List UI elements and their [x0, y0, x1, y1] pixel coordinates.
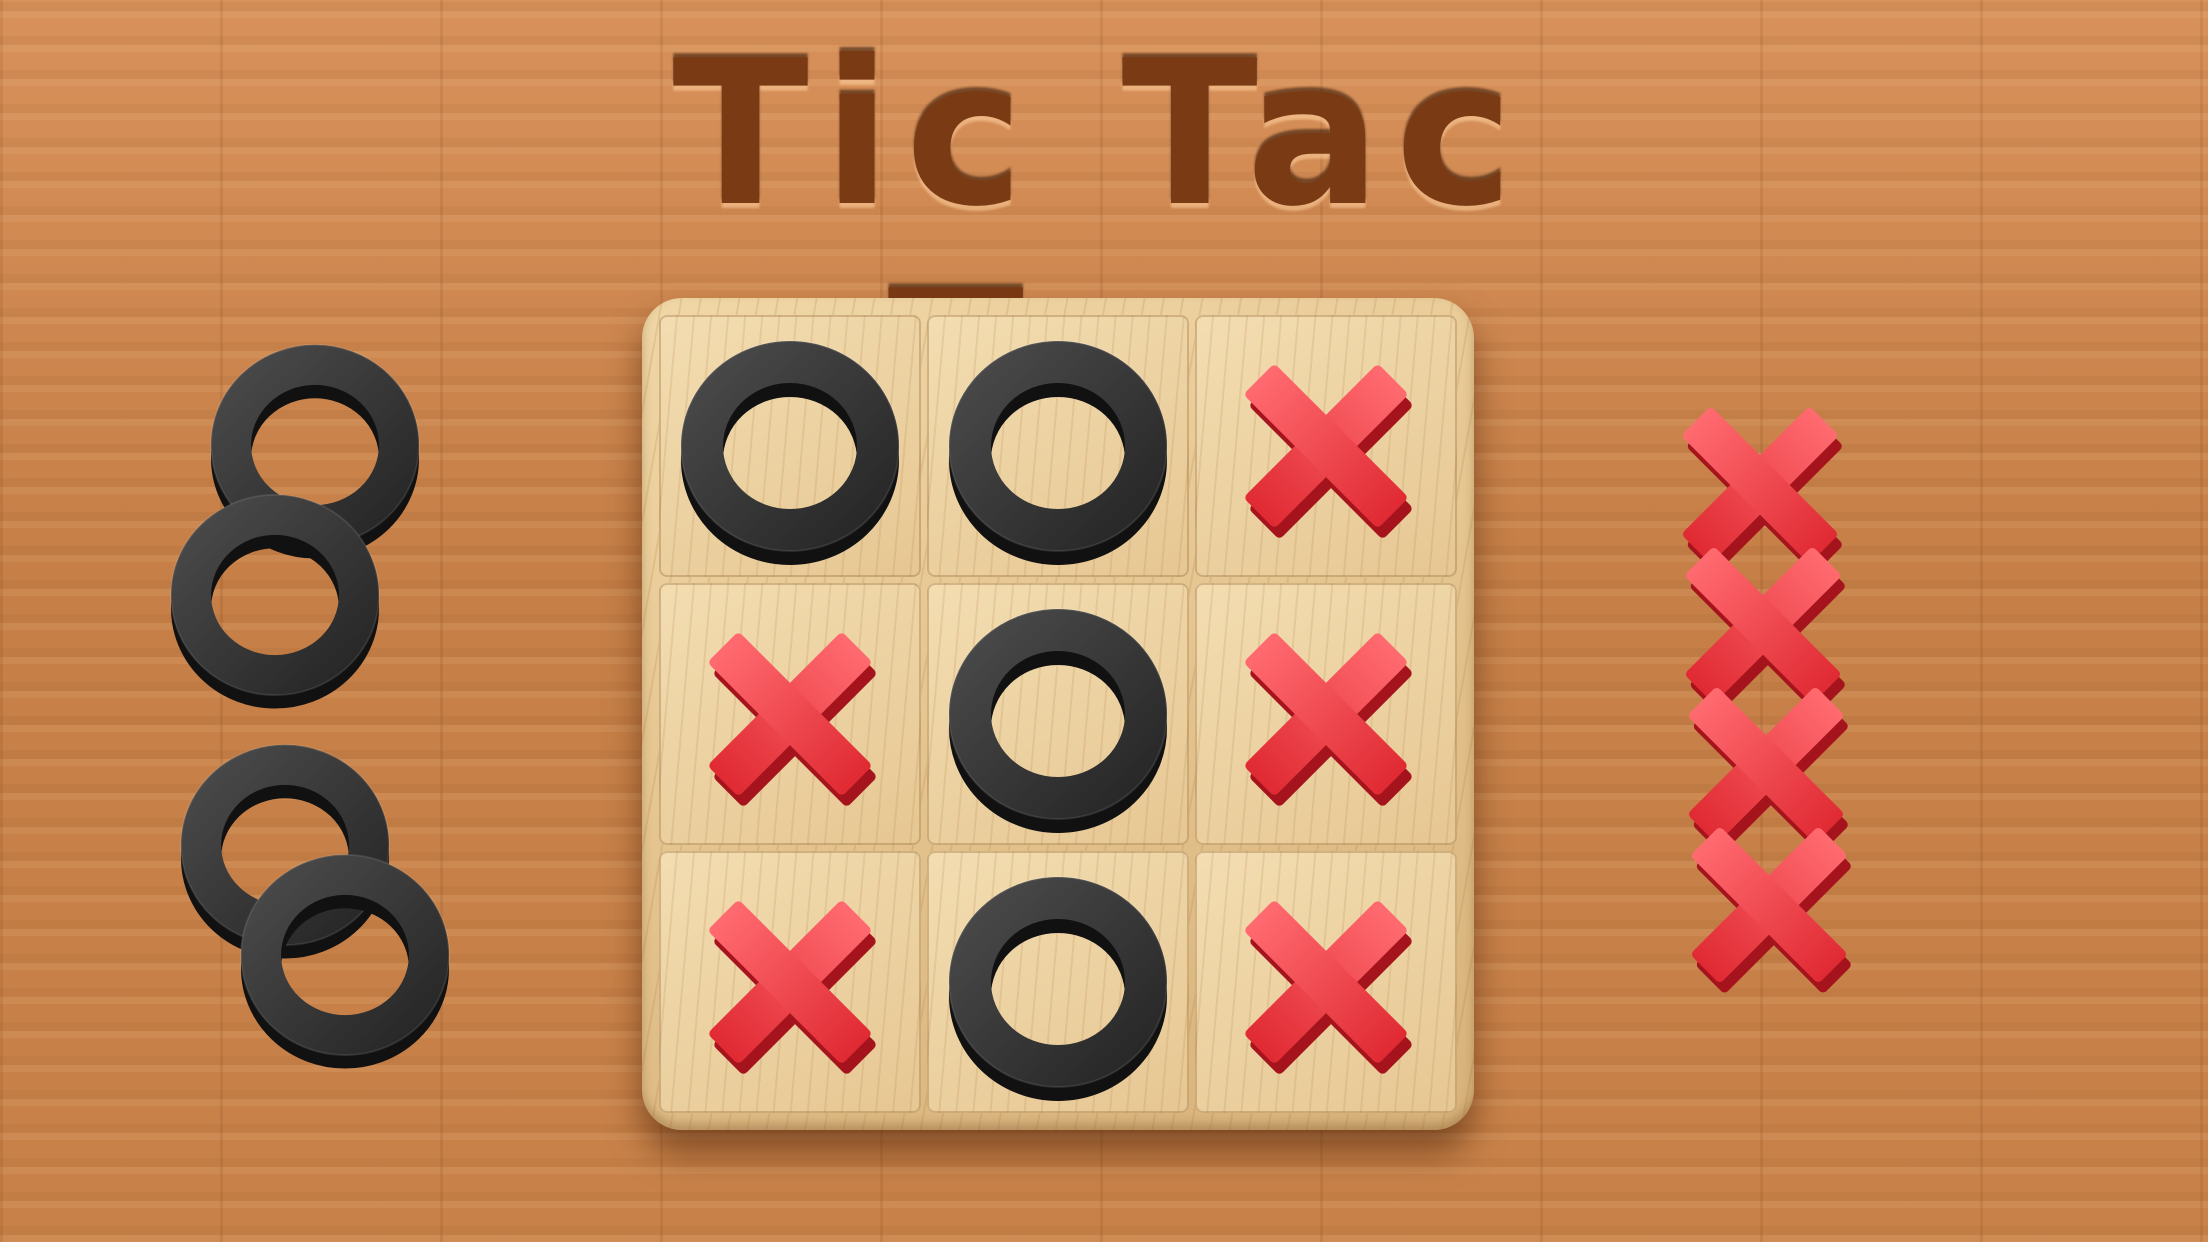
board-cell-r1-c2[interactable] [927, 315, 1189, 577]
spare-x-pieces[interactable] [1630, 360, 1930, 1060]
x-piece [1243, 363, 1414, 540]
game-board [642, 298, 1474, 1130]
game-title: Tic Tac Teo [672, 18, 1528, 480]
spare-o-piece [150, 470, 400, 720]
o-piece [659, 315, 921, 577]
x-piece [707, 899, 878, 1076]
spare-o-piece [220, 830, 470, 1080]
o-piece [927, 851, 1189, 1113]
board-cell-r2-c3[interactable] [1195, 583, 1457, 845]
board-cell-r1-c3[interactable] [1195, 315, 1457, 577]
x-piece [1243, 631, 1414, 808]
board-cell-r3-c1[interactable] [659, 851, 921, 1113]
x-piece [1243, 899, 1414, 1076]
board-cell-r3-c3[interactable] [1195, 851, 1457, 1113]
board-cell-r2-c1[interactable] [659, 583, 921, 845]
spare-o-pieces[interactable] [180, 320, 520, 1060]
board-cell-r1-c1[interactable] [659, 315, 921, 577]
o-piece [927, 315, 1189, 577]
board-cell-r3-c2[interactable] [927, 851, 1189, 1113]
board-cell-r2-c2[interactable] [927, 583, 1189, 845]
o-piece [927, 583, 1189, 845]
spare-x-piece [1690, 826, 1853, 995]
x-piece [707, 631, 878, 808]
